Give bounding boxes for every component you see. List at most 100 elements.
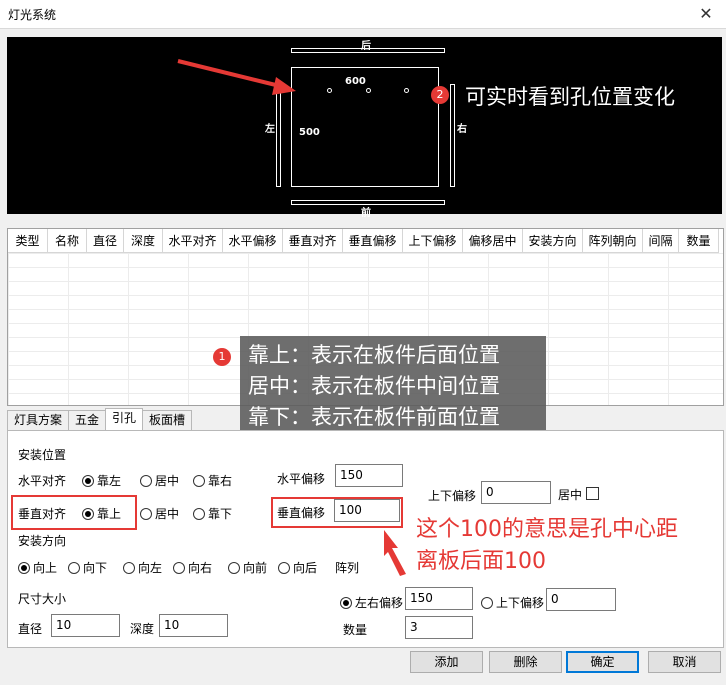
col-header[interactable]: 垂直偏移 xyxy=(343,229,403,253)
table-header: 类型 名称 直径 深度 水平对齐 水平偏移 垂直对齐 垂直偏移 上下偏移 偏移居… xyxy=(8,229,719,253)
radio-icon xyxy=(140,508,152,520)
annotation-text-2: 可实时看到孔位置变化 xyxy=(465,85,675,109)
h-offset-label: 水平偏移 xyxy=(277,472,326,486)
dir-right-radio[interactable]: 向右 xyxy=(173,559,212,576)
col-header[interactable]: 安装方向 xyxy=(523,229,583,253)
callout-line: 靠上：表示在板件后面位置 xyxy=(248,343,500,367)
radio-icon xyxy=(340,597,352,609)
h-align-left-radio[interactable]: 靠左 xyxy=(82,472,121,489)
tab-bar: 灯具方案 五金 引孔 板面槽 xyxy=(7,408,193,430)
radio-icon xyxy=(82,475,94,487)
callout-alignment-explain: 靠上：表示在板件后面位置 居中：表示在板件中间位置 靠下：表示在板件前面位置 xyxy=(240,336,546,437)
cancel-button[interactable]: 取消 xyxy=(648,651,721,673)
back-edge-bar xyxy=(291,48,445,53)
array-label: 阵列 xyxy=(335,561,360,575)
tab-lamp-plan[interactable]: 灯具方案 xyxy=(7,410,70,430)
col-header[interactable]: 水平对齐 xyxy=(163,229,223,253)
add-button[interactable]: 添加 xyxy=(410,651,483,673)
arrow-icon xyxy=(177,59,296,95)
callout-line: 居中：表示在板件中间位置 xyxy=(248,374,500,398)
dir-down-radio[interactable]: 向下 xyxy=(68,559,107,576)
ud2-offset-radio[interactable]: 上下偏移 xyxy=(481,594,544,611)
preview-canvas: 后 左 右 前 600 500 2 可实时看到孔位置变化 xyxy=(7,37,722,219)
radio-icon xyxy=(140,475,152,487)
radio-icon xyxy=(193,475,205,487)
v-offset-label: 垂直偏移 xyxy=(277,506,326,520)
label-front: 前 xyxy=(361,208,371,219)
v-align-label: 垂直对齐 xyxy=(18,507,67,521)
dim-600: 600 xyxy=(345,76,366,87)
section-size: 尺寸大小 xyxy=(18,592,67,606)
checkbox-icon xyxy=(585,487,599,500)
depth-label: 深度 xyxy=(130,622,155,636)
col-header[interactable]: 上下偏移 xyxy=(403,229,463,253)
depth-input[interactable]: 10 xyxy=(159,614,228,637)
hole-marker xyxy=(366,88,371,93)
radio-icon xyxy=(228,562,240,574)
v-align-top-radio[interactable]: 靠上 xyxy=(82,505,121,522)
ud-offset-label: 上下偏移 xyxy=(428,489,477,503)
h-offset-input[interactable]: 150 xyxy=(335,464,403,487)
count-input[interactable]: 3 xyxy=(405,616,473,639)
col-header[interactable]: 直径 xyxy=(87,229,124,253)
ud2-offset-input[interactable]: 0 xyxy=(546,588,616,611)
radio-icon xyxy=(278,562,290,574)
tab-pilot-hole[interactable]: 引孔 xyxy=(105,408,144,430)
dir-up-radio[interactable]: 向上 xyxy=(18,559,57,576)
section-install-position: 安装位置 xyxy=(18,448,67,462)
col-header[interactable]: 偏移居中 xyxy=(463,229,523,253)
radio-icon xyxy=(481,597,493,609)
lr-offset-radio[interactable]: 左右偏移 xyxy=(340,594,403,611)
lr-offset-input[interactable]: 150 xyxy=(405,587,473,610)
hole-marker xyxy=(404,88,409,93)
diameter-input[interactable]: 10 xyxy=(51,614,120,637)
arrow-up-icon xyxy=(384,530,406,576)
dim-500: 500 xyxy=(299,127,320,138)
ud-offset-input[interactable]: 0 xyxy=(481,481,551,504)
left-edge-bar xyxy=(276,84,281,187)
col-header[interactable]: 水平偏移 xyxy=(223,229,283,253)
col-header[interactable]: 名称 xyxy=(48,229,87,253)
label-left: 左 xyxy=(265,124,275,135)
radio-icon xyxy=(68,562,80,574)
h-align-center-radio[interactable]: 居中 xyxy=(140,472,179,489)
annotation-text-3: 这个100的意思是孔中心距 离板后面100 xyxy=(416,514,678,578)
radio-icon xyxy=(193,508,205,520)
section-install-direction: 安装方向 xyxy=(18,534,67,548)
v-align-bottom-radio[interactable]: 靠下 xyxy=(193,505,232,522)
v-align-center-radio[interactable]: 居中 xyxy=(140,505,179,522)
annotation-badge-1: 1 xyxy=(213,348,231,366)
col-header[interactable]: 类型 xyxy=(8,229,48,253)
annotation-badge-2: 2 xyxy=(431,86,449,104)
annotation-line: 离板后面100 xyxy=(416,549,546,574)
h-align-label: 水平对齐 xyxy=(18,474,67,488)
right-edge-bar xyxy=(450,84,455,187)
v-offset-input[interactable]: 100 xyxy=(334,499,400,522)
col-header[interactable]: 深度 xyxy=(124,229,163,253)
radio-icon xyxy=(82,508,94,520)
col-header[interactable]: 数量 xyxy=(679,229,719,253)
col-header[interactable]: 间隔 xyxy=(643,229,679,253)
col-header[interactable]: 垂直对齐 xyxy=(283,229,343,253)
col-header[interactable]: 阵列朝向 xyxy=(583,229,643,253)
radio-icon xyxy=(173,562,185,574)
count-label: 数量 xyxy=(343,623,368,637)
h-align-right-radio[interactable]: 靠右 xyxy=(193,472,232,489)
radio-icon xyxy=(123,562,135,574)
callout-line: 靠下：表示在板件前面位置 xyxy=(248,405,500,429)
title-bar: 灯光系统 ✕ xyxy=(0,0,726,29)
radio-icon xyxy=(18,562,30,574)
dir-left-radio[interactable]: 向左 xyxy=(123,559,162,576)
dir-front-radio[interactable]: 向前 xyxy=(228,559,267,576)
tab-panel-groove[interactable]: 板面槽 xyxy=(142,410,193,430)
close-icon[interactable]: ✕ xyxy=(686,0,726,28)
window-title: 灯光系统 xyxy=(8,8,57,22)
tab-hardware[interactable]: 五金 xyxy=(68,410,107,430)
dir-back-radio[interactable]: 向后 xyxy=(278,559,317,576)
ok-button[interactable]: 确定 xyxy=(566,651,639,673)
delete-button[interactable]: 删除 xyxy=(489,651,562,673)
label-right: 右 xyxy=(457,124,467,135)
center-checkbox[interactable]: 居中 xyxy=(558,486,599,503)
annotation-line: 这个100的意思是孔中心距 xyxy=(416,517,678,542)
hole-marker xyxy=(327,88,332,93)
